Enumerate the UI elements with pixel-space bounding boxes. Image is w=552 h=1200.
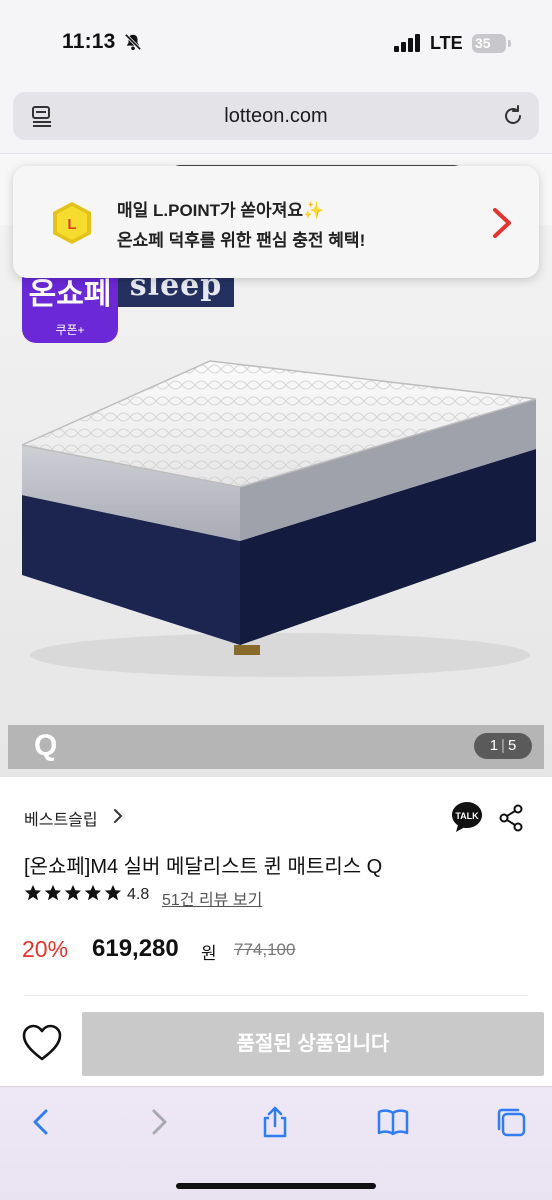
star-icon bbox=[64, 884, 82, 901]
lpoint-promo-banner[interactable]: L 매일 L.POINT가 쏟아져요✨ 온쇼페 덕후를 위한 팬심 충전 혜택! bbox=[13, 166, 539, 278]
battery-cap bbox=[508, 40, 511, 47]
forward-icon[interactable] bbox=[142, 1105, 176, 1139]
chevron-right-icon[interactable] bbox=[491, 206, 513, 240]
tabs-icon[interactable] bbox=[494, 1105, 528, 1139]
heart-icon[interactable] bbox=[22, 1024, 62, 1062]
chevron-right-icon[interactable] bbox=[112, 808, 124, 824]
size-label: Q bbox=[34, 729, 58, 762]
image-index: 1 bbox=[489, 737, 499, 754]
star-icon bbox=[44, 884, 62, 901]
product-title: [온쇼페]M4 실버 메달리스트 퀸 매트리스 Q bbox=[24, 856, 383, 878]
svg-text:L: L bbox=[67, 216, 76, 233]
image-caption-bar bbox=[8, 725, 544, 769]
svg-text:TALK: TALK bbox=[455, 811, 479, 821]
sale-price: 619,280 bbox=[92, 935, 179, 962]
product-image-carousel[interactable]: 온쇼페 쿠폰+ sleep Q 1 | 5 bbox=[0, 225, 552, 777]
battery-level: 35 bbox=[475, 35, 491, 51]
rating-value: 4.8 bbox=[127, 886, 150, 903]
browser-toolbar bbox=[0, 1086, 552, 1200]
talk-icon[interactable]: TALK bbox=[450, 800, 484, 834]
promo-line-1: 매일 L.POINT가 쏟아져요✨ bbox=[117, 201, 325, 220]
reviews-link[interactable]: 51건 리뷰 보기 bbox=[162, 886, 262, 910]
star-icon bbox=[104, 884, 122, 901]
discount-rate: 20% bbox=[22, 936, 69, 962]
status-bar: 11:13 LTE 35 bbox=[0, 0, 552, 84]
signal-icon bbox=[394, 34, 420, 52]
star-icon bbox=[84, 884, 102, 901]
original-price: 774,100 bbox=[234, 940, 296, 959]
bookmarks-icon[interactable] bbox=[376, 1105, 410, 1139]
share-icon[interactable] bbox=[498, 804, 524, 832]
brand-link[interactable]: 베스트슬립 bbox=[24, 806, 98, 830]
share-toolbar-icon[interactable] bbox=[258, 1105, 292, 1139]
back-icon[interactable] bbox=[24, 1105, 58, 1139]
status-time: 11:13 bbox=[62, 30, 116, 53]
mattress-image bbox=[21, 360, 537, 677]
image-total: 5 bbox=[507, 737, 517, 754]
reload-icon[interactable] bbox=[501, 104, 525, 128]
promo-line-2: 온쇼페 덕후를 위한 팬심 충전 혜택! bbox=[117, 231, 366, 250]
star-icon bbox=[24, 884, 42, 901]
battery-icon: 35 bbox=[472, 34, 506, 53]
onshoppe-badge: 온쇼페 쿠폰+ bbox=[22, 273, 118, 343]
image-counter: 1 | 5 bbox=[474, 733, 532, 759]
home-indicator bbox=[176, 1183, 376, 1189]
currency-unit: 원 bbox=[201, 944, 217, 963]
url-text[interactable]: lotteon.com bbox=[13, 105, 539, 128]
network-type: LTE bbox=[430, 33, 463, 53]
divider bbox=[24, 995, 528, 996]
browser-address-area: lotteon.com bbox=[0, 84, 552, 154]
soldout-button[interactable]: 품절된 상품입니다 bbox=[82, 1012, 544, 1076]
badge-coupon: 쿠폰+ bbox=[55, 323, 85, 337]
bell-slash-icon bbox=[124, 33, 142, 51]
lpoint-icon: L bbox=[53, 202, 91, 244]
badge-title: 온쇼페 bbox=[28, 278, 112, 311]
counter-separator: | bbox=[501, 737, 505, 754]
address-bar[interactable]: lotteon.com bbox=[13, 92, 539, 140]
rating-stars bbox=[24, 884, 122, 906]
